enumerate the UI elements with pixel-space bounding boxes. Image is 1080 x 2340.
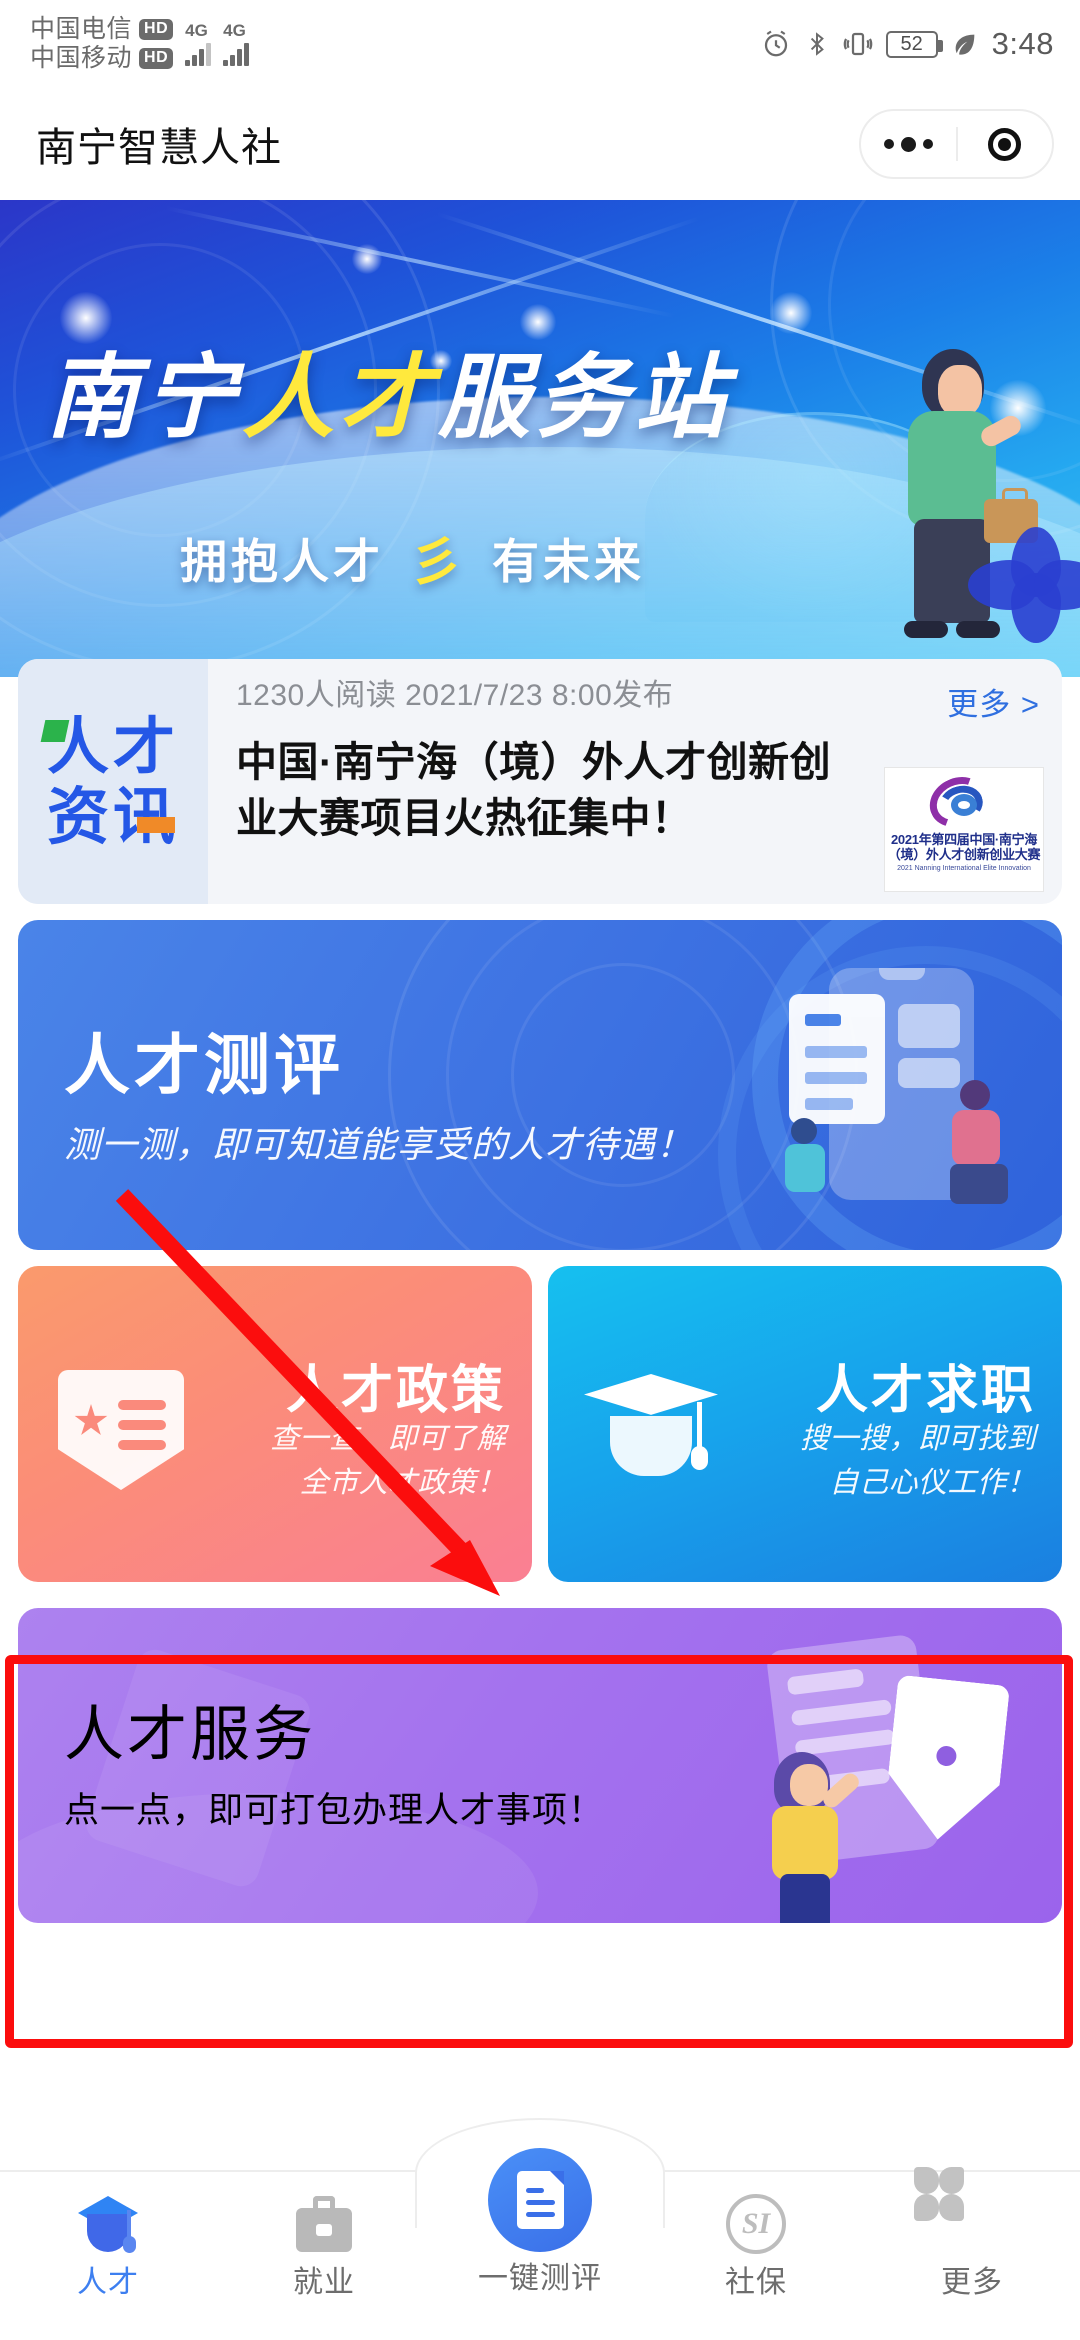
tab-label-one-key-evaluation: 一键测评 [478, 2264, 602, 2294]
briefcase-icon [291, 2194, 357, 2256]
spark-4 [770, 292, 812, 334]
news-title[interactable]: 中国·南宁海（境）外人才创新创业大赛项目火热征集中！ [236, 735, 836, 847]
card-subtitle-service: 点一点，即可打包办理人才事项！ [64, 1782, 604, 1833]
card-subtitle-policy: 查一查，即可了解 全市人才政策！ [270, 1418, 506, 1505]
document-icon [488, 2148, 592, 2252]
news-card[interactable]: 人才 资讯 1230人阅读 2021/7/23 8:00发布 更多 > 中国·南… [18, 659, 1062, 904]
graduation-cap-icon [584, 1374, 718, 1492]
tab-one-key-evaluation[interactable]: 一键测评 [432, 2172, 648, 2294]
hero-banner[interactable]: 南宁人才服务站 拥抱人才 彡 有未来 [0, 200, 1080, 677]
hero-subtitle-right: 有未来 [492, 523, 645, 592]
thumb-title: 2021年第四届中国·南宁海（境）外人才创新创业大赛 [885, 832, 1043, 863]
status-bar: 中国电信 HD 中国移动 HD 4G 4G [0, 0, 1080, 88]
phone-illustration [789, 968, 974, 1213]
battery-level: 52 [901, 34, 923, 54]
card-subtitle-policy-line2: 全市人才政策！ [270, 1462, 506, 1506]
news-more-link[interactable]: 更多 > [947, 679, 1040, 724]
card-subtitle-policy-line1: 查一查，即可了解 [270, 1418, 506, 1462]
carrier-row-2: 中国移动 HD [30, 46, 173, 71]
bottom-tab-bar: 人才 就业 一键测评 SI 社保 更多 [0, 2170, 1080, 2340]
miniprogram-navbar: 南宁智慧人社 [0, 88, 1080, 200]
target-circle-icon[interactable] [958, 128, 1053, 161]
network-type-1: 4G [185, 22, 208, 39]
card-title-evaluation: 人才测评 [64, 1012, 344, 1108]
news-badge: 人才 资讯 [18, 659, 208, 904]
grid-petals-icon [939, 2194, 1005, 2256]
hero-subtitle: 拥抱人才 彡 有未来 [180, 520, 645, 595]
signal-bars-icon-2 [223, 40, 249, 66]
spark-1 [60, 292, 112, 344]
card-talent-job[interactable]: 人才求职 搜一搜，即可找到 自己心仪工作！ [548, 1266, 1062, 1582]
capsule-menu[interactable] [859, 109, 1054, 179]
signal-bars-icon-1 [185, 40, 211, 66]
card-title-policy: 人才政策 [286, 1348, 506, 1423]
card-title-job: 人才求职 [816, 1348, 1036, 1423]
card-subtitle-evaluation: 测一测，即可知道能享受的人才待遇！ [64, 1116, 693, 1168]
card-title-service: 人才服务 [64, 1686, 316, 1773]
tab-social-insurance[interactable]: SI 社保 [648, 2172, 864, 2298]
card-talent-policy[interactable]: 人才政策 查一查，即可了解 全市人才政策！ [18, 1266, 532, 1582]
hero-title-part3: 服务站 [438, 344, 732, 451]
tab-label-talent: 人才 [77, 2268, 139, 2298]
carrier-list: 中国电信 HD 中国移动 HD [30, 17, 173, 71]
vibrate-icon [843, 29, 873, 59]
news-body: 1230人阅读 2021/7/23 8:00发布 更多 > 中国·南宁海（境）外… [208, 659, 1062, 904]
carrier-name-1: 中国电信 [30, 17, 132, 42]
service-person-illustration [742, 1674, 852, 1923]
page-title: 南宁智慧人社 [36, 115, 282, 173]
hero-title: 南宁人才服务站 [46, 352, 732, 444]
hero-title-part1: 南宁 [46, 344, 242, 451]
thumb-subtitle: 2021 Nanning International Elite Innovat… [897, 865, 1031, 873]
signal-group-2: 4G [223, 22, 249, 66]
shield-star-icon [58, 1370, 184, 1490]
hero-subtitle-left: 拥抱人才 [180, 523, 384, 592]
power-saving-leaf-icon [951, 30, 979, 58]
news-meta: 1230人阅读 2021/7/23 8:00发布 [236, 681, 1042, 711]
service-card-wrapper: 人才服务 点一点，即可打包办理人才事项！ [18, 1608, 1062, 1923]
news-thumbnail[interactable]: 2021年第四届中国·南宁海（境）外人才创新创业大赛 2021 Nanning … [884, 767, 1044, 892]
tab-talent[interactable]: 人才 [0, 2172, 216, 2298]
hero-subtitle-mark: 彡 [410, 520, 466, 595]
tab-more[interactable]: 更多 [864, 2172, 1080, 2298]
battery-icon: 52 [886, 31, 938, 58]
tab-employment[interactable]: 就业 [216, 2172, 432, 2298]
tab-label-employment: 就业 [293, 2268, 355, 2298]
news-card-wrapper: 人才 资讯 1230人阅读 2021/7/23 8:00发布 更多 > 中国·南… [18, 659, 1062, 904]
clock-time: 3:48 [992, 26, 1054, 62]
card-subtitle-job: 搜一搜，即可找到 自己心仪工作！ [800, 1418, 1036, 1505]
carrier-row-1: 中国电信 HD [30, 17, 173, 42]
card-talent-evaluation[interactable]: 人才测评 测一测，即可知道能享受的人才待遇！ [18, 920, 1062, 1250]
news-badge-line2: 资讯 [47, 784, 179, 849]
card-subtitle-job-line1: 搜一搜，即可找到 [800, 1418, 1036, 1462]
spark-3 [520, 304, 556, 340]
hd-badge-2: HD [139, 48, 173, 69]
flower-decoration [978, 527, 1080, 643]
signal-group-1: 4G [185, 22, 211, 66]
promo-card-row: 人才政策 查一查，即可了解 全市人才政策！ 人才求职 搜一搜，即可找到 自己心仪… [18, 1266, 1062, 1582]
tab-label-social-insurance: 社保 [725, 2268, 787, 2298]
hd-badge-1: HD [139, 19, 173, 40]
contest-logo-icon [927, 774, 1001, 830]
card-subtitle-job-line2: 自己心仪工作！ [800, 1462, 1036, 1506]
bluetooth-icon [804, 29, 830, 59]
carrier-name-2: 中国移动 [30, 46, 132, 71]
page-content: 南宁人才服务站 拥抱人才 彡 有未来 人才 资讯 1230人阅 [0, 200, 1080, 1923]
alarm-icon [761, 29, 791, 59]
card-talent-service[interactable]: 人才服务 点一点，即可打包办理人才事项！ [18, 1608, 1062, 1923]
si-text: SI [742, 2209, 770, 2239]
more-dots-icon[interactable] [861, 137, 956, 152]
hero-title-part2: 人才 [242, 344, 438, 451]
network-type-2: 4G [223, 22, 246, 39]
status-bar-right: 52 3:48 [761, 26, 1054, 62]
news-badge-line1: 人才 [47, 714, 179, 779]
status-bar-left: 中国电信 HD 中国移动 HD 4G 4G [30, 17, 249, 71]
social-insurance-si-icon: SI [723, 2194, 789, 2256]
graduation-cap-icon [75, 2194, 141, 2256]
spark-2 [352, 244, 382, 274]
tab-label-more: 更多 [941, 2268, 1003, 2298]
